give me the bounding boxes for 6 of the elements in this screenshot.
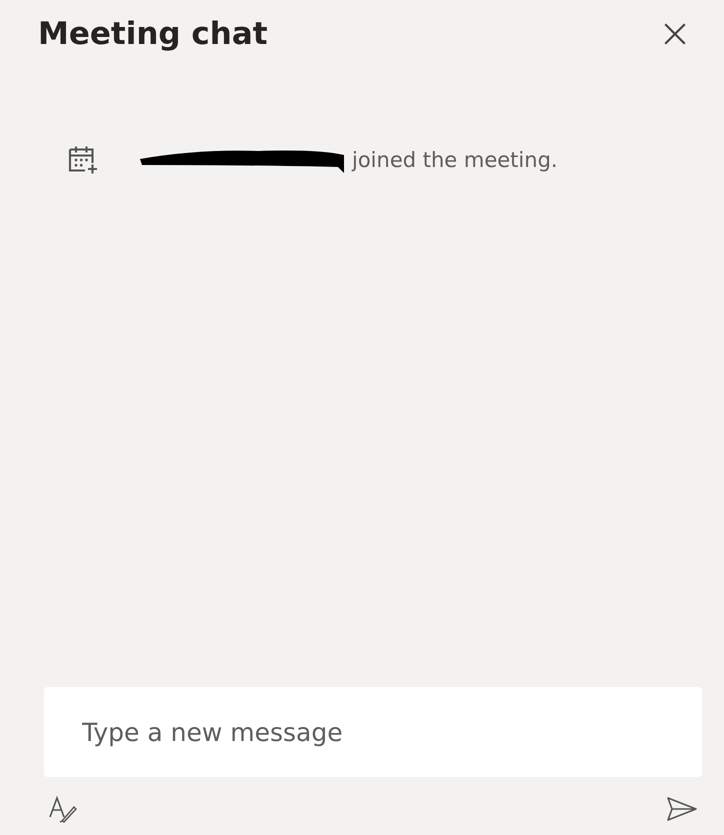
send-icon[interactable] xyxy=(666,796,698,822)
panel-title: Meeting chat xyxy=(38,16,268,52)
format-icon[interactable] xyxy=(48,795,78,823)
close-icon[interactable] xyxy=(662,21,688,47)
event-text: joined the meeting. xyxy=(352,148,558,172)
message-field[interactable]: Type a new message xyxy=(44,687,702,777)
